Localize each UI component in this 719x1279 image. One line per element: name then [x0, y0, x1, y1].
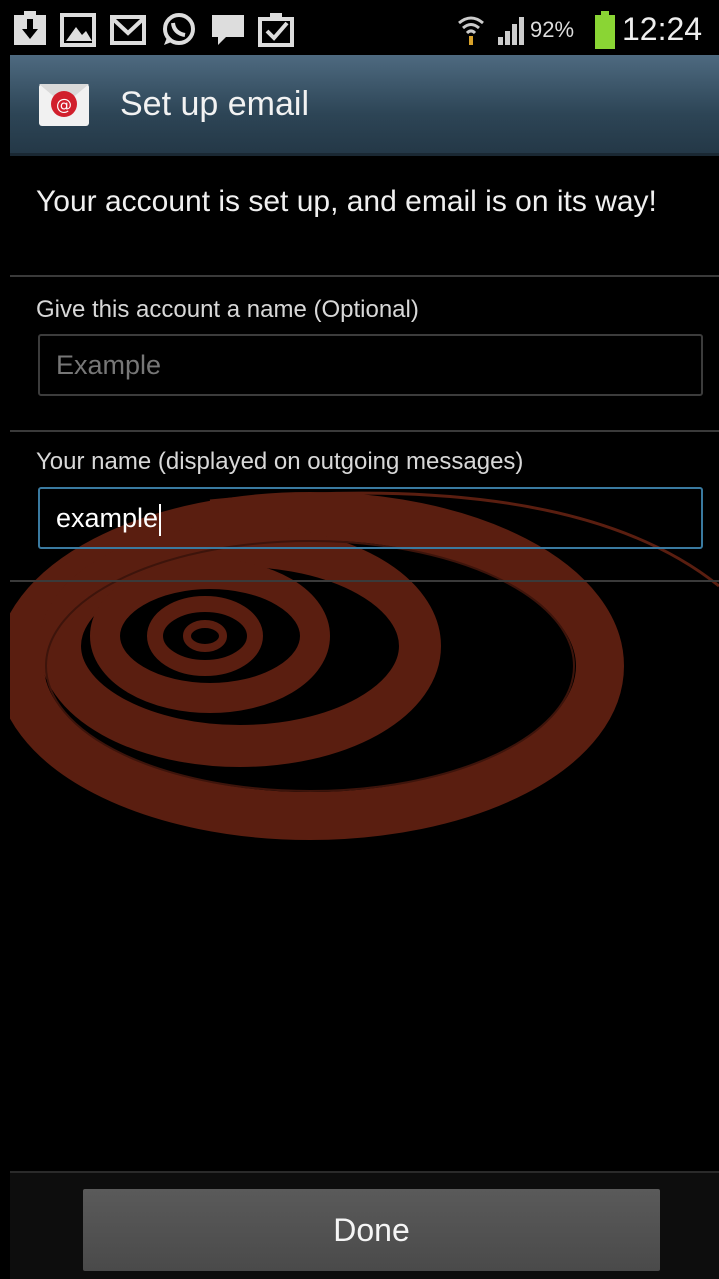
your-name-input[interactable]: example	[38, 487, 703, 549]
page-title: Set up email	[120, 85, 309, 123]
whatsapp-icon	[160, 11, 198, 47]
download-icon	[12, 11, 50, 47]
action-bar: @ Set up email	[10, 55, 719, 156]
gmail-icon	[110, 11, 148, 47]
account-name-input[interactable]: Example	[38, 334, 703, 396]
setup-complete-message: Your account is set up, and email is on …	[36, 185, 657, 218]
screen: 92% 12:24 @ Set up email Your account is…	[10, 5, 719, 1279]
done-button[interactable]: Done	[83, 1189, 660, 1271]
message-icon	[210, 11, 248, 47]
your-name-label: Your name (displayed on outgoing message…	[36, 448, 524, 475]
wifi-icon	[456, 11, 486, 47]
bottom-button-bar: Done	[10, 1171, 719, 1279]
task-icon	[258, 11, 296, 47]
setup-form: Your account is set up, and email is on …	[10, 156, 719, 1171]
battery-icon	[594, 11, 616, 51]
email-app-icon: @	[38, 81, 90, 134]
status-bar: 92% 12:24	[10, 5, 719, 55]
divider	[10, 275, 719, 277]
account-name-label: Give this account a name (Optional)	[36, 296, 419, 323]
your-name-value: example	[56, 503, 159, 533]
signal-icon	[496, 11, 528, 47]
divider	[10, 580, 719, 582]
gallery-icon	[60, 11, 98, 47]
status-clock: 12:24	[622, 11, 703, 47]
battery-percentage: 92%	[530, 17, 575, 42]
divider	[10, 430, 719, 432]
svg-text:@: @	[56, 95, 72, 114]
text-cursor	[159, 503, 162, 536]
